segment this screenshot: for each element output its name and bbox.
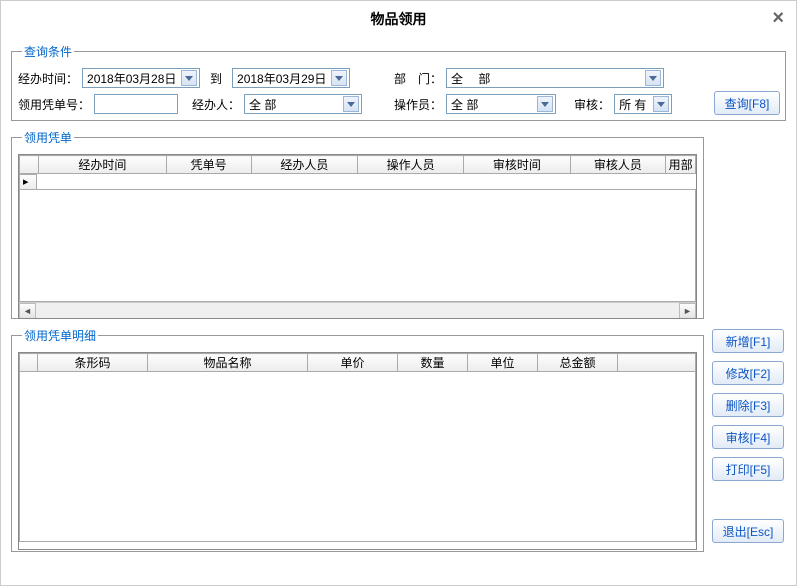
- detail-col-total[interactable]: 总金额: [538, 354, 618, 372]
- time-label: 经办时间：: [18, 70, 78, 87]
- audit-select[interactable]: 所 有: [614, 94, 672, 114]
- voucher-col-no[interactable]: 凭单号: [166, 156, 251, 174]
- voucher-col-time[interactable]: 经办时间: [39, 156, 167, 174]
- date-end-select[interactable]: 2018年03月29日: [232, 68, 350, 88]
- voucher-table-body: [19, 190, 696, 302]
- voucher-scrollbar[interactable]: ◄ ►: [19, 302, 696, 319]
- handler-label: 经办人：: [192, 96, 240, 113]
- audit-label: 审核：: [574, 96, 610, 113]
- handler-select[interactable]: 全 部: [244, 94, 362, 114]
- delete-button[interactable]: 删除[F3]: [712, 393, 784, 417]
- row-header: [20, 354, 38, 372]
- detail-legend: 领用凭单明细: [22, 327, 98, 344]
- voucher-col-audittime[interactable]: 审核时间: [464, 156, 570, 174]
- add-button[interactable]: 新增[F1]: [712, 329, 784, 353]
- operator-select[interactable]: 全 部: [446, 94, 556, 114]
- page-title: 物品领用: [371, 11, 427, 27]
- voucher-fieldset: 领用凭单 经办时间 凭单号 经办人员 操作人员 审核时间 审核人员: [11, 129, 704, 319]
- print-button[interactable]: 打印[F5]: [712, 457, 784, 481]
- chevron-down-icon: [653, 96, 669, 112]
- query-conditions-fieldset: 查询条件 经办时间： 2018年03月28日 到 2018年03月29日 部 门…: [11, 43, 786, 121]
- query-legend: 查询条件: [22, 43, 74, 60]
- operator-label: 操作员：: [394, 96, 442, 113]
- scroll-left-icon[interactable]: ◄: [19, 303, 36, 319]
- detail-col-qty[interactable]: 数量: [398, 354, 468, 372]
- detail-col-spacer: [618, 354, 696, 372]
- query-button[interactable]: 查询[F8]: [714, 91, 780, 115]
- voucher-col-auditor[interactable]: 审核人员: [570, 156, 666, 174]
- dept-label: 部 门：: [394, 70, 442, 87]
- row-header: [20, 156, 39, 174]
- scroll-right-icon[interactable]: ►: [679, 303, 696, 319]
- date-start-select[interactable]: 2018年03月28日: [82, 68, 200, 88]
- chevron-down-icon: [645, 70, 661, 86]
- voucher-table[interactable]: 经办时间 凭单号 经办人员 操作人员 审核时间 审核人员 用部: [19, 155, 696, 174]
- audit-button[interactable]: 审核[F4]: [712, 425, 784, 449]
- close-icon[interactable]: ×: [772, 7, 784, 30]
- dept-select[interactable]: 全 部: [446, 68, 664, 88]
- edit-button[interactable]: 修改[F2]: [712, 361, 784, 385]
- detail-fieldset: 领用凭单明细 条形码 物品名称 单价 数量 单位 总金额: [11, 327, 704, 552]
- detail-col-price[interactable]: 单价: [308, 354, 398, 372]
- detail-col-unit[interactable]: 单位: [468, 354, 538, 372]
- detail-col-name[interactable]: 物品名称: [148, 354, 308, 372]
- voucher-legend: 领用凭单: [22, 129, 74, 146]
- voucher-col-handler[interactable]: 经办人员: [251, 156, 357, 174]
- chevron-down-icon: [343, 96, 359, 112]
- voucher-no-label: 领用凭单号：: [18, 96, 90, 113]
- chevron-down-icon: [537, 96, 553, 112]
- to-label: 到: [210, 70, 222, 87]
- voucher-col-dept[interactable]: 用部: [666, 156, 696, 174]
- row-pointer-icon: [19, 174, 37, 190]
- exit-button[interactable]: 退出[Esc]: [712, 519, 784, 543]
- detail-table[interactable]: 条形码 物品名称 单价 数量 单位 总金额: [19, 353, 696, 372]
- voucher-no-input[interactable]: [94, 94, 178, 114]
- chevron-down-icon: [181, 70, 197, 86]
- detail-table-body: [19, 372, 696, 542]
- chevron-down-icon: [331, 70, 347, 86]
- voucher-col-operator[interactable]: 操作人员: [357, 156, 463, 174]
- detail-col-barcode[interactable]: 条形码: [38, 354, 148, 372]
